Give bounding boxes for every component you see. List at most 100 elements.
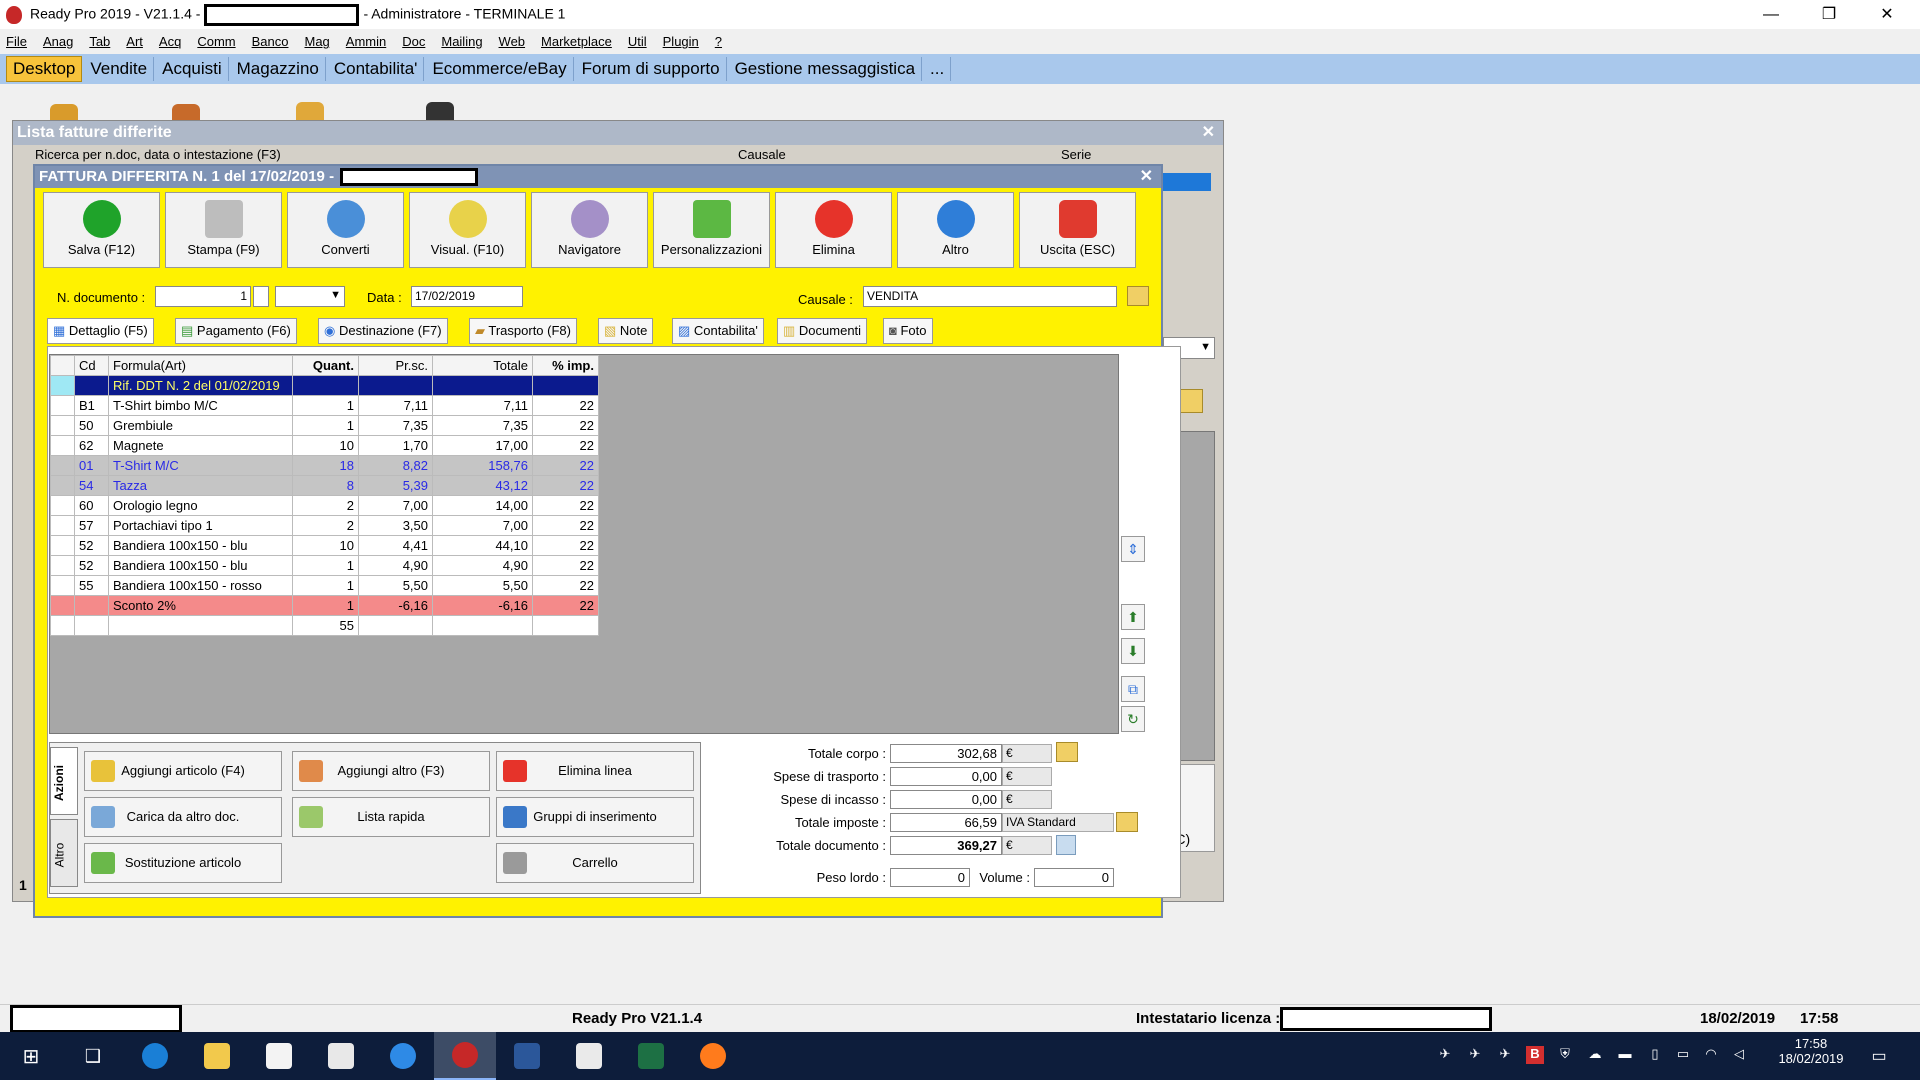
row-indicator[interactable] (50, 575, 75, 596)
serie-dropdown[interactable]: ▼ (275, 286, 345, 307)
cell-cd[interactable]: 54 (74, 475, 109, 496)
total-quantity-row[interactable]: 55 (50, 615, 599, 636)
row-indicator[interactable] (50, 555, 75, 576)
cell-q[interactable]: 1 (292, 395, 359, 416)
cell-art[interactable]: Sconto 2% (108, 595, 293, 616)
cell-tot[interactable]: 158,76 (432, 455, 533, 476)
cell-cd[interactable]: 50 (74, 415, 109, 436)
row-indicator[interactable] (50, 475, 75, 496)
refresh-icon[interactable]: ↻ (1121, 706, 1145, 732)
cell-pr[interactable]: 4,90 (358, 555, 433, 576)
menu-banco[interactable]: Banco (252, 34, 289, 49)
cell-cd[interactable]: 52 (74, 555, 109, 576)
taskbar-photos[interactable] (558, 1032, 620, 1080)
cell-cd[interactable]: 62 (74, 435, 109, 456)
cell-imp[interactable] (532, 615, 599, 636)
cell-q[interactable]: 10 (292, 435, 359, 456)
cell-q[interactable] (292, 375, 359, 396)
cell-q[interactable]: 18 (292, 455, 359, 476)
cell-q[interactable]: 1 (292, 415, 359, 436)
taskbar-ready-pro[interactable] (434, 1032, 496, 1080)
tab-foto[interactable]: ◙ Foto (883, 318, 933, 344)
cell-cd[interactable]: 60 (74, 495, 109, 516)
taskbar-word[interactable] (496, 1032, 558, 1080)
tray-icon[interactable]: ✈ (1436, 1046, 1454, 1064)
tab-contabilita[interactable]: Contabilita' (328, 57, 425, 81)
cell-tot[interactable]: 44,10 (432, 535, 533, 556)
cell-pr[interactable]: 1,70 (358, 435, 433, 456)
menu-help[interactable]: ? (715, 34, 722, 49)
table-row[interactable]: 57 Portachiavi tipo 1 2 3,50 7,00 22 (50, 515, 599, 536)
tab-more[interactable]: ... (924, 57, 952, 81)
cell-imp[interactable]: 22 (532, 595, 599, 616)
usb-icon[interactable]: ▯ (1646, 1046, 1664, 1064)
row-indicator[interactable] (50, 535, 75, 556)
cell-pr[interactable]: 7,35 (358, 415, 433, 436)
menu-util[interactable]: Util (628, 34, 647, 49)
tab-documenti[interactable]: ▥ Documenti (777, 318, 868, 344)
table-row[interactable]: 60 Orologio legno 2 7,00 14,00 22 (50, 495, 599, 516)
cell-art[interactable]: Grembiule (108, 415, 293, 436)
tray-icon[interactable]: ✈ (1466, 1046, 1484, 1064)
menu-doc[interactable]: Doc (402, 34, 425, 49)
table-row[interactable]: 55 Bandiera 100x150 - rosso 1 5,50 5,50 22 (50, 575, 599, 596)
row-indicator[interactable] (50, 455, 75, 476)
menu-comm[interactable]: Comm (197, 34, 235, 49)
battery-icon[interactable]: ▭ (1674, 1046, 1692, 1064)
serie-list-selection[interactable] (1163, 173, 1211, 191)
cell-art[interactable]: Bandiera 100x150 - rosso (108, 575, 293, 596)
cell-cd[interactable]: 57 (74, 515, 109, 536)
cell-art[interactable]: T-Shirt bimbo M/C (108, 395, 293, 416)
row-indicator[interactable] (50, 595, 75, 616)
cell-pr[interactable] (358, 615, 433, 636)
cell-q[interactable]: 1 (292, 595, 359, 616)
navigator-button[interactable]: Navigatore (531, 192, 648, 268)
cell-cd[interactable]: 01 (74, 455, 109, 476)
tab-messaggistica[interactable]: Gestione messaggistica (729, 57, 923, 81)
table-row[interactable]: 50 Grembiule 1 7,35 7,35 22 (50, 415, 599, 436)
cell-imp[interactable]: 22 (532, 575, 599, 596)
menu-tab[interactable]: Tab (89, 34, 110, 49)
table-row[interactable]: Sconto 2% 1 -6,16 -6,16 22 (50, 595, 599, 616)
table-row[interactable]: 01 T-Shirt M/C 18 8,82 158,76 22 (50, 455, 599, 476)
menu-acq[interactable]: Acq (159, 34, 181, 49)
row-indicator[interactable] (50, 435, 75, 456)
cell-art[interactable]: Bandiera 100x150 - blu (108, 535, 293, 556)
cell-imp[interactable]: 22 (532, 415, 599, 436)
spese-incasso-value[interactable]: 0,00 (890, 790, 1002, 809)
volume-value[interactable]: 0 (1034, 868, 1114, 887)
row-indicator[interactable] (50, 415, 75, 436)
minimize-button[interactable]: — (1742, 0, 1800, 29)
tab-acquisti[interactable]: Acquisti (156, 57, 229, 81)
cell-cd[interactable]: 55 (74, 575, 109, 596)
move-down-icon[interactable]: ⬇ (1121, 638, 1145, 664)
tab-trasporto[interactable]: ▰ Trasporto (F8) (469, 318, 577, 344)
row-indicator[interactable] (50, 495, 75, 516)
table-row[interactable]: 54 Tazza 8 5,39 43,12 22 (50, 475, 599, 496)
wifi-icon[interactable]: ◠ (1702, 1046, 1720, 1064)
ndoc-suffix-field[interactable] (253, 286, 269, 307)
cell-tot[interactable]: 7,00 (432, 515, 533, 536)
cell-tot[interactable]: 4,90 (432, 555, 533, 576)
copy-row-icon[interactable]: ⧉ (1121, 676, 1145, 702)
cell-q[interactable]: 10 (292, 535, 359, 556)
notification-icon[interactable]: ▭ (1870, 1046, 1888, 1065)
search-total-icon[interactable] (1056, 835, 1076, 855)
date-field[interactable]: 17/02/2019 (411, 286, 523, 307)
taskbar-ie[interactable] (372, 1032, 434, 1080)
cell-cd[interactable] (74, 615, 109, 636)
volume-icon[interactable]: ◁ (1730, 1046, 1748, 1064)
cell-imp[interactable]: 22 (532, 555, 599, 576)
replace-article-button[interactable]: Sostituzione articolo (84, 843, 282, 883)
menu-file[interactable]: File (6, 34, 27, 49)
cell-art[interactable]: Bandiera 100x150 - blu (108, 555, 293, 576)
menu-plugin[interactable]: Plugin (663, 34, 699, 49)
move-up-icon[interactable]: ⬆ (1121, 604, 1145, 630)
cell-imp[interactable]: 22 (532, 455, 599, 476)
scroll-top-icon[interactable]: ⇕ (1121, 536, 1145, 562)
tab-contabilita[interactable]: ▨ Contabilita' (672, 318, 764, 344)
cell-cd[interactable] (74, 595, 109, 616)
cell-tot[interactable]: 14,00 (432, 495, 533, 516)
table-row[interactable]: 52 Bandiera 100x150 - blu 1 4,90 4,90 22 (50, 555, 599, 576)
tray-icon[interactable]: ✈ (1496, 1046, 1514, 1064)
